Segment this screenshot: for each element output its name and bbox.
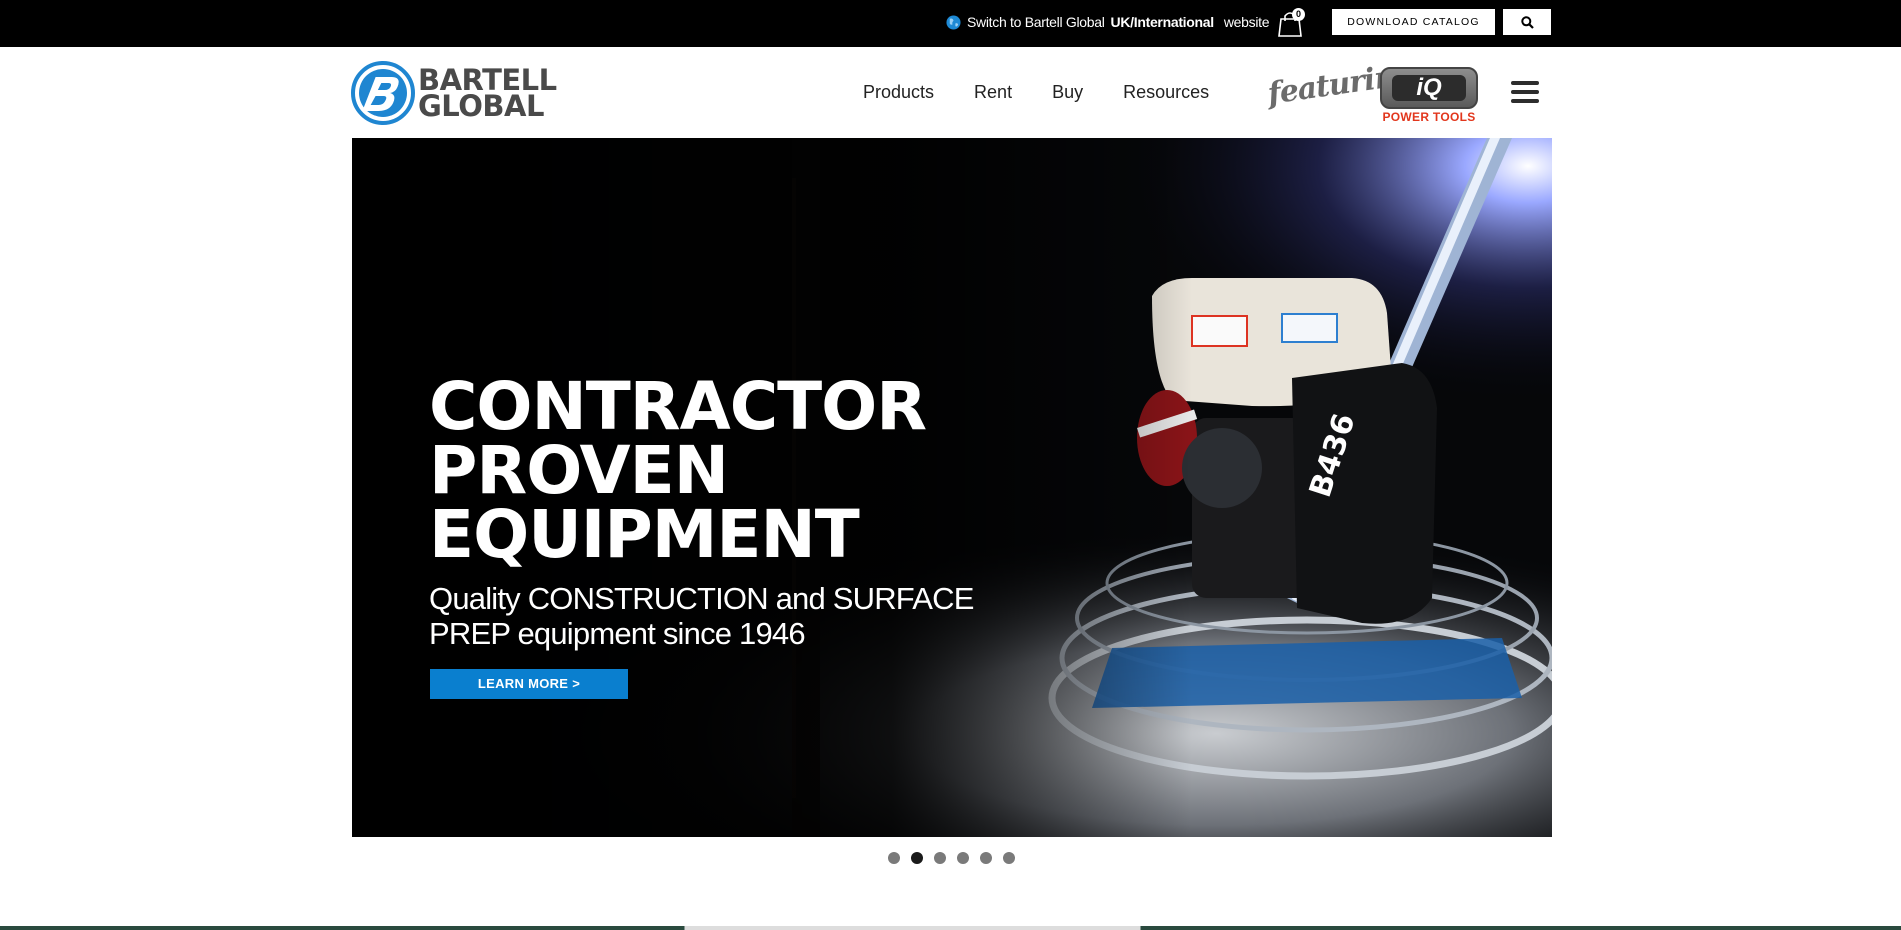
globe-icon <box>946 14 961 30</box>
cart-count-badge: 0 <box>1292 8 1305 21</box>
search-icon <box>1520 15 1534 29</box>
section-divider <box>0 926 1901 930</box>
switch-prefix: Switch to Bartell Global <box>967 14 1105 30</box>
nav-item-resources[interactable]: Resources <box>1123 82 1209 103</box>
switch-region-link[interactable]: Switch to Bartell Global UK/Internationa… <box>946 13 1270 31</box>
carousel-dot[interactable] <box>1003 852 1015 864</box>
iq-badge: iQ <box>1380 67 1478 109</box>
hero-subtitle: Quality CONSTRUCTION and SURFACE PREP eq… <box>429 581 974 651</box>
hero-title: CONTRACTOR PROVEN EQUIPMENT <box>429 368 927 573</box>
carousel-dots <box>888 852 1015 864</box>
bartell-logo-mark-icon <box>351 61 415 125</box>
main-nav: Products Rent Buy Resources <box>863 82 1249 103</box>
carousel-dot[interactable] <box>980 852 992 864</box>
nav-item-buy[interactable]: Buy <box>1052 82 1083 103</box>
search-button[interactable] <box>1503 9 1551 35</box>
bartell-global-logo[interactable]: BARTELL GLOBAL <box>351 61 561 125</box>
cart-button[interactable]: 0 <box>1277 8 1305 38</box>
hero-slide: B436 CONTRACTOR PROVEN EQUIPMENT Quality… <box>352 138 1552 837</box>
carousel-dot[interactable] <box>888 852 900 864</box>
switch-suffix: website <box>1223 14 1270 30</box>
menu-hamburger-icon[interactable] <box>1511 81 1539 104</box>
carousel-dot[interactable] <box>911 852 923 864</box>
carousel-dot[interactable] <box>957 852 969 864</box>
hero-text-block: CONTRACTOR PROVEN EQUIPMENT Quality CONS… <box>429 368 1049 652</box>
logo-line-2: GLOBAL <box>418 89 544 123</box>
switch-region: UK/International <box>1110 14 1215 30</box>
download-catalog-button[interactable]: DOWNLOAD CATALOG <box>1332 9 1495 35</box>
featuring-iq-power-tools-logo[interactable]: featuring iQ POWER TOOLS <box>1266 57 1478 124</box>
carousel-dot[interactable] <box>934 852 946 864</box>
nav-item-rent[interactable]: Rent <box>974 82 1012 103</box>
learn-more-button[interactable]: LEARN MORE > <box>430 669 628 699</box>
site-header: BARTELL GLOBAL Products Rent Buy Resourc… <box>0 47 1901 138</box>
iq-power-tools-text: POWER TOOLS <box>1382 110 1476 124</box>
iq-logo-text: iQ <box>1392 75 1466 101</box>
top-utility-bar: Switch to Bartell Global UK/Internationa… <box>0 0 1901 47</box>
nav-item-products[interactable]: Products <box>863 82 934 103</box>
